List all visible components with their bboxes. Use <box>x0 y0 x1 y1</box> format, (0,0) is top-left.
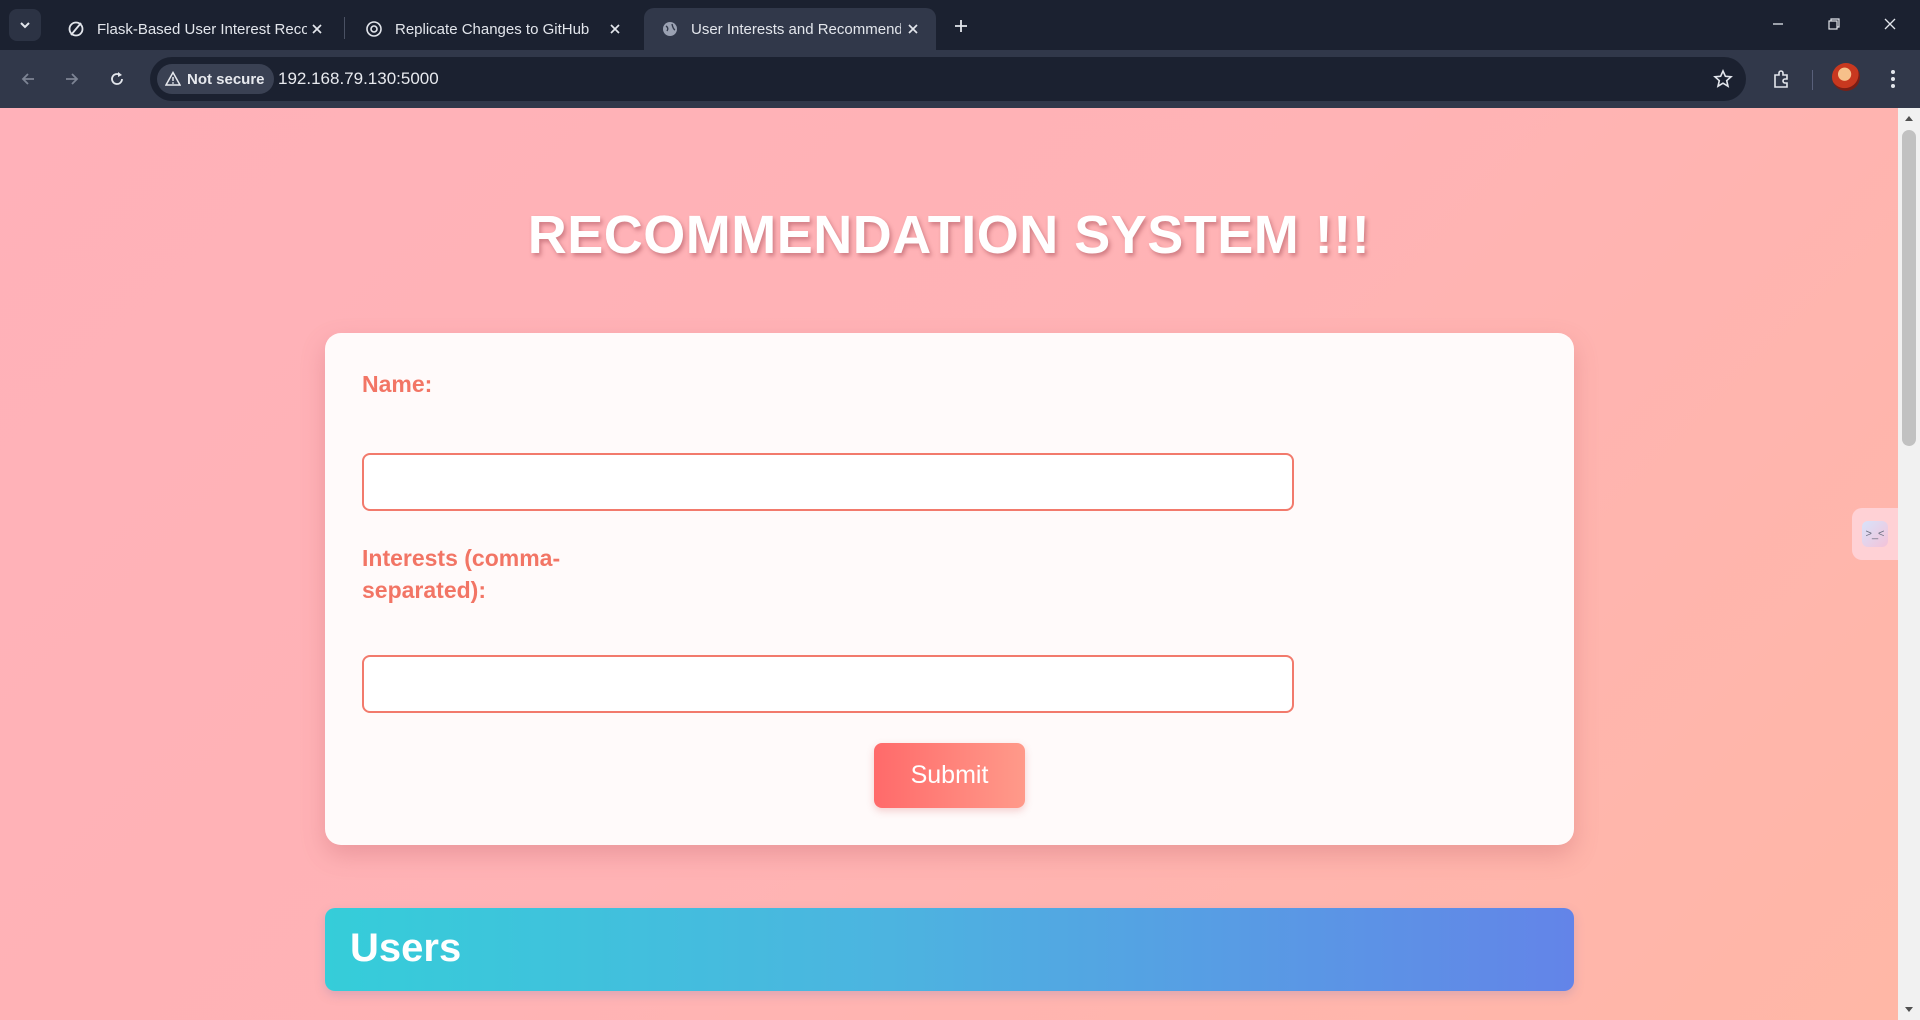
browser-menu-button[interactable] <box>1878 64 1908 94</box>
tab-title: Flask-Based User Interest Recom <box>97 20 307 38</box>
assistant-face-icon: >_< <box>1862 521 1888 547</box>
restore-button[interactable] <box>1814 8 1854 40</box>
users-section-header: Users <box>325 908 1574 991</box>
recommendation-form: Name: Interests (comma- separated): Subm… <box>325 333 1574 845</box>
tab-title: Replicate Changes to GitHub <box>395 20 590 38</box>
address-bar[interactable]: Not secure 192.168.79.130:5000 <box>150 57 1746 101</box>
reload-button[interactable] <box>102 64 132 94</box>
chevron-down-icon <box>20 22 30 29</box>
interests-input[interactable] <box>362 655 1294 713</box>
browser-tab-bar: Flask-Based User Interest Recom Replicat… <box>0 0 1920 50</box>
close-window-button[interactable] <box>1870 8 1910 40</box>
name-input[interactable] <box>362 453 1294 511</box>
browser-toolbar: Not secure 192.168.79.130:5000 <box>0 50 1920 108</box>
scrollbar-thumb[interactable] <box>1902 130 1916 446</box>
forward-button[interactable] <box>57 64 87 94</box>
close-icon[interactable] <box>606 20 624 38</box>
page-scrollbar[interactable] <box>1898 108 1920 1020</box>
tab-flask-recommender[interactable]: Flask-Based User Interest Recom <box>50 8 340 50</box>
puzzle-icon <box>1774 70 1788 88</box>
more-vertical-icon <box>1891 70 1895 88</box>
extensions-button[interactable] <box>1766 64 1796 94</box>
arrow-left-icon <box>21 73 34 85</box>
tab-title: User Interests and Recommenda <box>691 20 901 38</box>
flask-icon <box>67 20 85 38</box>
close-icon[interactable] <box>904 20 922 38</box>
tab-divider <box>344 17 345 39</box>
url-text[interactable]: 192.168.79.130:5000 <box>278 69 439 89</box>
globe-icon <box>661 20 679 38</box>
scroll-up-arrow-icon[interactable] <box>1903 112 1915 124</box>
minimize-icon <box>1773 23 1783 25</box>
submit-button[interactable]: Submit <box>874 743 1025 808</box>
page-viewport: RECOMMENDATION SYSTEM !!! Name: Interest… <box>0 108 1898 1020</box>
site-info-chip[interactable]: Not secure <box>157 64 274 94</box>
page-title: RECOMMENDATION SYSTEM !!! <box>527 205 1371 265</box>
arrow-right-icon <box>66 73 79 85</box>
scroll-down-arrow-icon[interactable] <box>1903 1004 1915 1016</box>
warning-icon <box>165 71 181 86</box>
minimize-button[interactable] <box>1758 8 1798 40</box>
close-icon[interactable] <box>308 20 326 38</box>
tab-search-button[interactable] <box>9 9 41 41</box>
interests-label-line2: separated): <box>362 577 486 603</box>
interests-label: Interests (comma- separated): <box>362 542 560 606</box>
tab-user-interests[interactable]: User Interests and Recommenda <box>644 8 936 50</box>
name-label: Name: <box>362 371 433 397</box>
users-heading: Users <box>350 926 462 970</box>
reload-icon <box>111 72 123 85</box>
back-button[interactable] <box>13 64 43 94</box>
plus-icon <box>955 20 967 32</box>
security-label: Not secure <box>187 70 265 88</box>
close-icon <box>1884 18 1896 30</box>
restore-icon <box>1828 18 1840 30</box>
new-tab-button[interactable] <box>948 13 974 39</box>
bookmark-star-icon[interactable] <box>1712 68 1734 90</box>
tab-replicate-github[interactable]: Replicate Changes to GitHub <box>348 8 638 50</box>
chatgpt-icon <box>365 20 383 38</box>
interests-label-line1: Interests (comma- <box>362 545 561 571</box>
toolbar-divider <box>1812 70 1813 90</box>
sidebar-assistant-widget[interactable]: >_< <box>1852 508 1898 560</box>
profile-avatar[interactable] <box>1832 63 1860 91</box>
